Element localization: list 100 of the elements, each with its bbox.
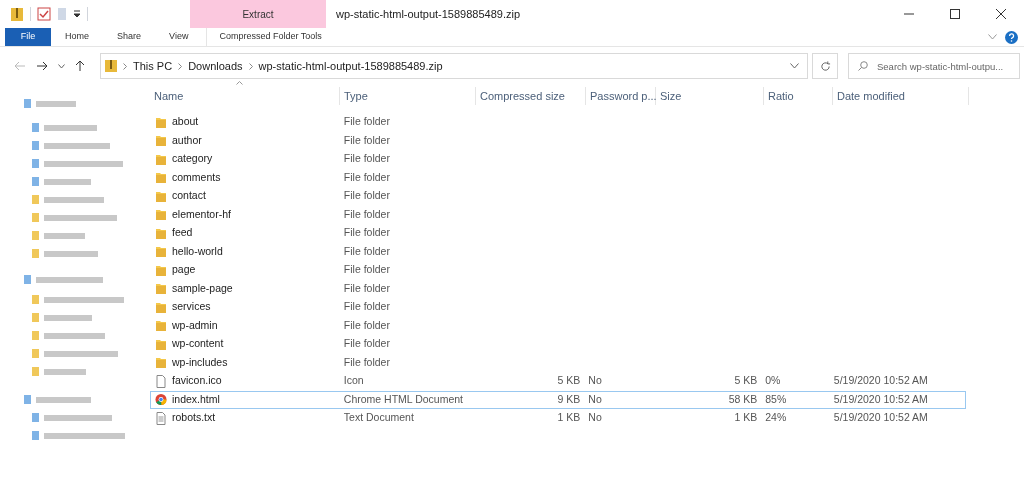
file-name: wp-content <box>172 336 224 352</box>
column-header[interactable]: Password p... <box>586 87 656 105</box>
file-row[interactable]: index.html Chrome HTML Document 9 KB No 58 KB 85% 5/19/2020 10:52 AM <box>150 390 966 409</box>
file-row[interactable]: feed File folder <box>150 224 966 243</box>
search-icon <box>858 61 868 71</box>
column-header[interactable]: Size <box>656 87 764 105</box>
ribbon-tab[interactable]: Share <box>103 28 156 46</box>
file-name: hello-world <box>172 243 223 259</box>
file-name: robots.txt <box>172 410 216 426</box>
file-name: comments <box>172 169 221 185</box>
table-cell-text: File folder <box>343 317 390 333</box>
file-name: index.html <box>172 391 220 407</box>
file-row[interactable]: wp-content File folder <box>150 335 966 354</box>
file-name: feed <box>172 225 193 241</box>
file-name: wp-admin <box>172 317 218 333</box>
file-row[interactable]: about File folder <box>150 113 966 132</box>
table-cell-text: 5 KB <box>557 373 581 389</box>
recent-dropdown-icon[interactable] <box>58 63 65 69</box>
help-icon[interactable] <box>1005 30 1018 44</box>
folder-zip-icon[interactable] <box>10 6 24 22</box>
sort-caret-icon <box>236 81 243 85</box>
up-arrow-icon[interactable] <box>75 60 85 72</box>
refresh-button[interactable] <box>812 53 838 79</box>
folder-icon <box>155 300 167 314</box>
ribbon-tab[interactable]: View <box>155 28 203 46</box>
table-cell-text: File folder <box>343 336 390 352</box>
column-header[interactable]: Name <box>150 87 340 105</box>
table-cell-text: Chrome HTML Document <box>343 391 464 407</box>
file-row[interactable]: wp-includes File folder <box>150 353 966 372</box>
properties-icon[interactable] <box>37 7 51 21</box>
text-file-icon <box>155 411 167 425</box>
file-name: contact <box>172 188 206 204</box>
chevron-icon <box>178 62 183 70</box>
table-cell-text: File folder <box>343 114 390 130</box>
folder-icon <box>155 226 167 240</box>
table-cell-text: 24% <box>765 410 787 426</box>
column-header[interactable]: Ratio <box>764 87 833 105</box>
folder-icon <box>155 282 167 296</box>
table-cell-text: No <box>588 373 602 389</box>
folder-icon <box>155 208 167 222</box>
zip-folder-icon <box>105 59 117 73</box>
column-header[interactable]: Compressed size <box>476 87 586 105</box>
file-row[interactable]: author File folder <box>150 131 966 150</box>
file-row[interactable]: elementor-hf File folder <box>150 205 966 224</box>
table-cell-text: 1 KB <box>734 410 758 426</box>
file-row[interactable]: contact File folder <box>150 187 966 206</box>
file-name: favicon.ico <box>172 373 222 389</box>
breadcrumb-item[interactable]: Downloads <box>188 57 243 75</box>
table-cell-text: 9 KB <box>557 391 581 407</box>
dropdown-icon[interactable] <box>73 10 81 18</box>
column-header[interactable]: Date modified <box>833 87 969 105</box>
folder-icon <box>155 152 167 166</box>
file-row[interactable]: category File folder <box>150 150 966 169</box>
file-row[interactable]: page File folder <box>150 261 966 280</box>
chevron-icon <box>123 62 127 70</box>
file-name: about <box>172 114 199 130</box>
window-title: wp-static-html-output-1589885489.zip <box>336 6 521 22</box>
file-row[interactable]: robots.txt Text Document 1 KB No 1 KB 24% 5/19/2020 10:52 AM <box>150 409 966 428</box>
table-cell-text: 58 KB <box>728 391 758 407</box>
file-name: services <box>172 299 211 315</box>
breadcrumb-item[interactable]: wp-static-html-output-1589885489.zip <box>258 57 443 75</box>
table-cell-text: File folder <box>343 132 390 148</box>
folder-icon <box>155 115 167 129</box>
forward-arrow-icon[interactable] <box>36 61 48 71</box>
column-header[interactable]: Type <box>340 87 476 105</box>
table-cell-text: 0% <box>765 373 781 389</box>
file-name: page <box>172 262 196 278</box>
table-cell-text: Icon <box>343 373 364 389</box>
folder-icon <box>155 319 167 333</box>
breadcrumb-item[interactable]: This PC <box>133 57 173 75</box>
minimize-icon <box>904 13 914 15</box>
file-row[interactable]: services File folder <box>150 298 966 317</box>
folder-icon <box>155 245 167 259</box>
table-cell-text: File folder <box>343 225 390 241</box>
expand-ribbon-icon[interactable] <box>988 34 997 40</box>
table-cell-text: File folder <box>343 243 390 259</box>
ribbon-tab[interactable]: File <box>5 28 51 46</box>
file-row[interactable]: wp-admin File folder <box>150 316 966 335</box>
table-cell-text: File folder <box>343 262 390 278</box>
folder-icon <box>155 134 167 148</box>
table-cell-text: 5/19/2020 10:52 AM <box>833 410 928 426</box>
search-field[interactable]: Search wp-static-html-outpu... <box>848 53 1020 79</box>
ribbon-tab[interactable]: Compressed Folder Tools <box>206 28 334 46</box>
folder-icon <box>155 263 167 277</box>
table-cell-text: File folder <box>343 299 390 315</box>
address-bar[interactable]: This PC Downloads wp-static-html-output-1589885489.zip <box>100 53 808 79</box>
file-row[interactable]: favicon.ico Icon 5 KB No 5 KB 0% 5/19/2020 10:52 AM <box>150 372 966 391</box>
file-icon <box>155 374 167 388</box>
file-name: elementor-hf <box>172 206 231 222</box>
file-row[interactable]: sample-page File folder <box>150 279 966 298</box>
table-cell-text: File folder <box>343 151 390 167</box>
table-cell-text: File folder <box>343 188 390 204</box>
context-tab-header: Extract <box>190 0 326 28</box>
table-cell-text: Text Document <box>343 410 414 426</box>
file-row[interactable]: hello-world File folder <box>150 242 966 261</box>
file-row[interactable]: comments File folder <box>150 168 966 187</box>
folder-icon <box>155 171 167 185</box>
table-cell-text: No <box>588 391 602 407</box>
ribbon-tab[interactable]: Home <box>51 28 103 46</box>
maximize-icon <box>950 9 960 19</box>
